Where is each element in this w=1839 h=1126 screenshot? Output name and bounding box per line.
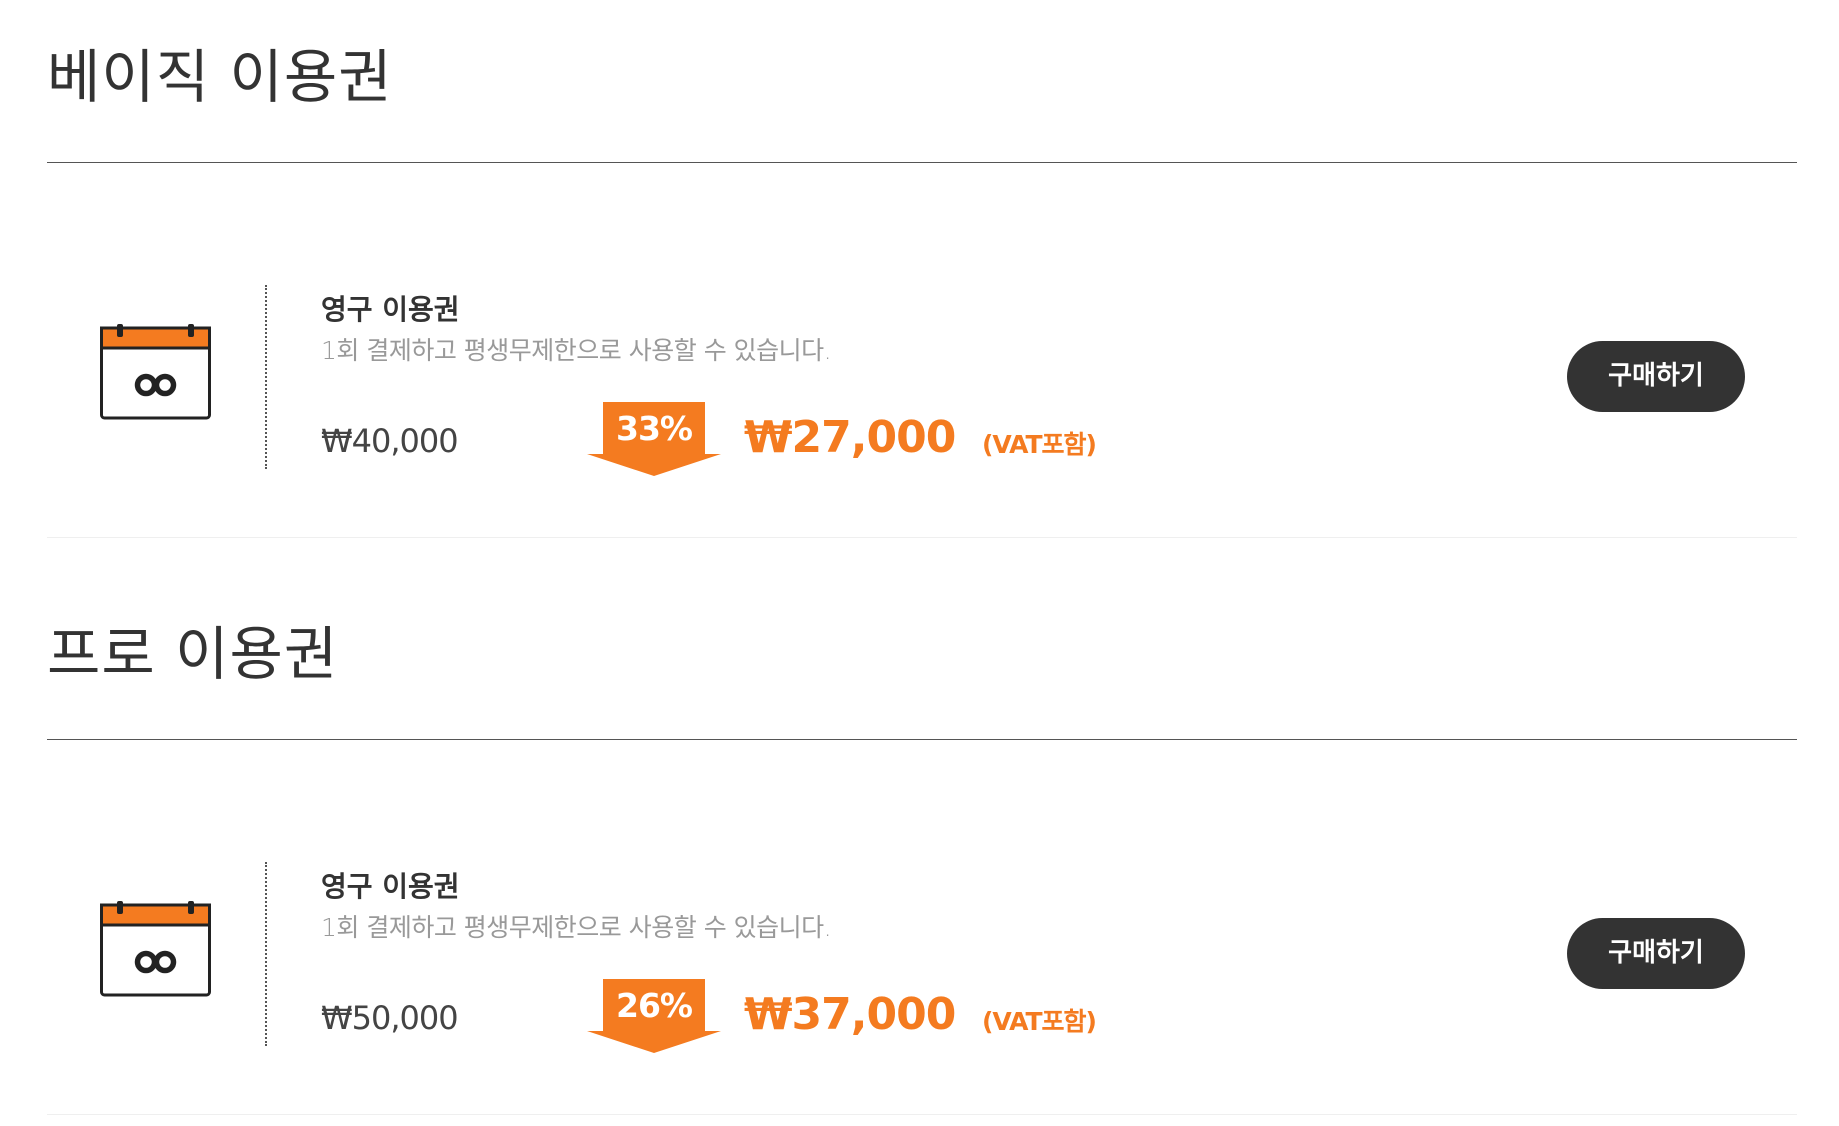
plan-bottom-divider — [47, 1114, 1797, 1115]
section-pro: 프로 이용권 영구 이용권 1회 결제하고 평생무제한으로 사용할 수 있습니다… — [47, 620, 1797, 1115]
plan-name: 영구 이용권 — [321, 870, 460, 903]
plan-bottom-divider — [47, 537, 1797, 538]
plan-card: 영구 이용권 1회 결제하고 평생무제한으로 사용할 수 있습니다. ₩40,0… — [47, 213, 1797, 538]
original-price: ₩50,000 — [321, 999, 459, 1037]
section-divider — [47, 162, 1797, 163]
buy-button[interactable]: 구매하기 — [1567, 341, 1745, 412]
plan-card: 영구 이용권 1회 결제하고 평생무제한으로 사용할 수 있습니다. ₩50,0… — [47, 790, 1797, 1115]
calendar-infinity-icon — [100, 901, 211, 997]
section-basic: 베이직 이용권 영구 이용권 1회 결제하고 평생무제한으로 사용할 수 있습니… — [47, 43, 1797, 538]
vat-note: (VAT포함) — [982, 430, 1097, 459]
section-divider — [47, 739, 1797, 740]
discount-badge: 26% — [587, 979, 721, 1053]
sale-price: ₩37,000 — [744, 989, 956, 1040]
discount-percent: 26% — [616, 986, 693, 1025]
calendar-infinity-icon — [100, 324, 211, 420]
plan-name: 영구 이용권 — [321, 293, 460, 326]
discount-badge: 33% — [587, 402, 721, 476]
discount-percent: 33% — [616, 409, 693, 448]
buy-button[interactable]: 구매하기 — [1567, 918, 1745, 989]
original-price: ₩40,000 — [321, 422, 459, 460]
plan-divider — [265, 862, 267, 1046]
section-title: 프로 이용권 — [47, 620, 339, 688]
plan-description: 1회 결제하고 평생무제한으로 사용할 수 있습니다. — [321, 336, 832, 365]
plan-divider — [265, 285, 267, 469]
plan-description: 1회 결제하고 평생무제한으로 사용할 수 있습니다. — [321, 913, 832, 942]
vat-note: (VAT포함) — [982, 1007, 1097, 1036]
sale-price: ₩27,000 — [744, 412, 956, 463]
section-title: 베이직 이용권 — [47, 43, 393, 111]
